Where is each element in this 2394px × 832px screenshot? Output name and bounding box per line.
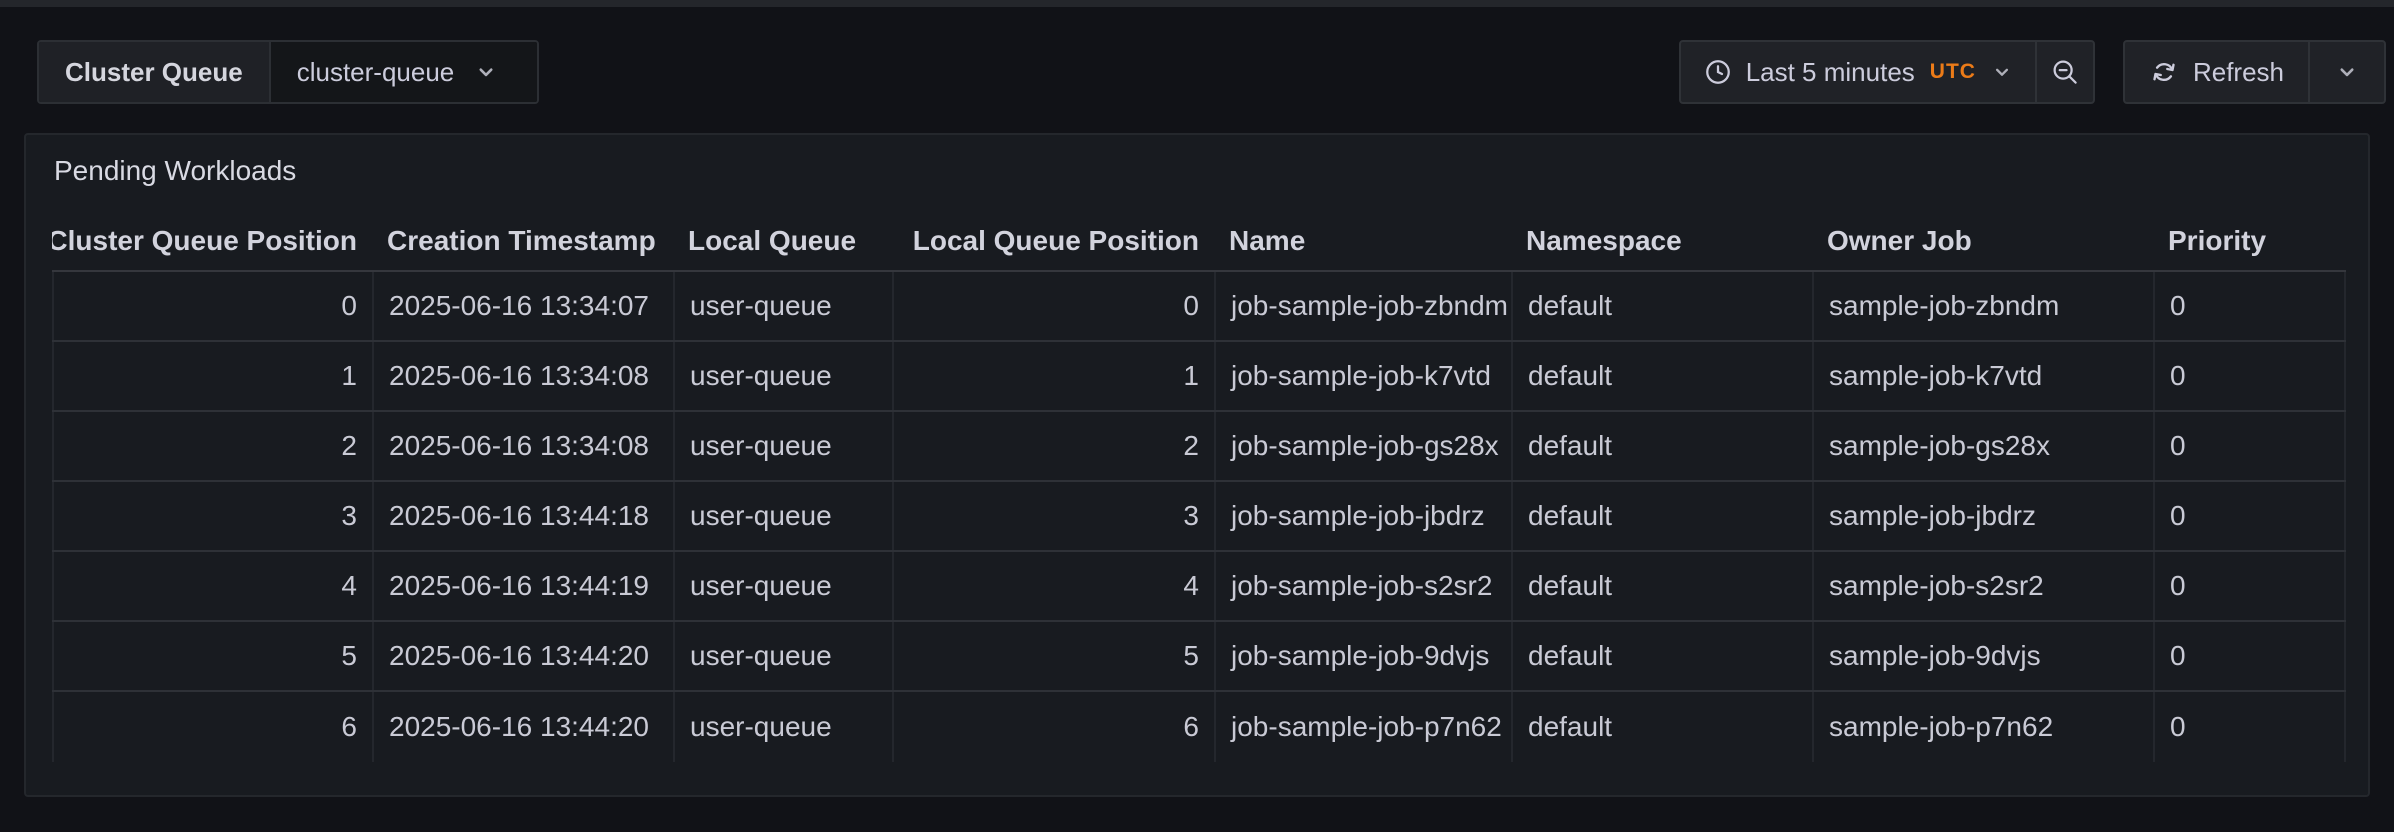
table-cell: 2025-06-16 13:34:08 xyxy=(372,412,673,480)
zoom-out-button[interactable] xyxy=(2035,42,2093,102)
time-range-label: Last 5 minutes xyxy=(1746,57,1915,88)
table-cell: 2025-06-16 13:44:19 xyxy=(372,552,673,620)
table-cell: 0 xyxy=(52,272,372,340)
table-cell: 4 xyxy=(892,552,1214,620)
table-row: 12025-06-16 13:34:08user-queue1job-sampl… xyxy=(52,342,2346,412)
table-cell: 2025-06-16 13:44:18 xyxy=(372,482,673,550)
variable-label: Cluster Queue xyxy=(39,42,269,102)
panel-title: Pending Workloads xyxy=(54,155,2368,187)
table-cell: job-sample-job-k7vtd xyxy=(1214,342,1511,410)
refresh-dropdown-button[interactable] xyxy=(2308,42,2384,102)
table-cell: user-queue xyxy=(673,412,892,480)
table-cell: default xyxy=(1511,552,1812,620)
table-cell: job-sample-job-s2sr2 xyxy=(1214,552,1511,620)
column-header-priority[interactable]: Priority xyxy=(2153,211,2346,270)
refresh-icon xyxy=(2149,57,2179,87)
table-cell: job-sample-job-gs28x xyxy=(1214,412,1511,480)
table-header-row: Cluster Queue PositionCreation Timestamp… xyxy=(52,211,2346,272)
chevron-down-icon xyxy=(1989,59,2015,85)
table-cell: job-sample-job-jbdrz xyxy=(1214,482,1511,550)
dashboard-toolbar: Cluster Queue cluster-queue Last 5 minut… xyxy=(0,40,2394,104)
table-cell: job-sample-job-zbndm xyxy=(1214,272,1511,340)
table-cell: 2 xyxy=(52,412,372,480)
table-cell: 0 xyxy=(2153,342,2346,410)
clock-icon xyxy=(1703,57,1733,87)
table-cell: default xyxy=(1511,622,1812,690)
zoom-out-icon xyxy=(2050,57,2080,87)
window-top-edge xyxy=(0,0,2394,7)
refresh-controls-group: Refresh xyxy=(2123,40,2386,104)
table-cell: job-sample-job-p7n62 xyxy=(1214,692,1511,762)
table-row: 32025-06-16 13:44:18user-queue3job-sampl… xyxy=(52,482,2346,552)
table-cell: user-queue xyxy=(673,692,892,762)
table-cell: job-sample-job-9dvjs xyxy=(1214,622,1511,690)
variable-value-dropdown[interactable]: cluster-queue xyxy=(269,42,537,102)
table-row: 02025-06-16 13:34:07user-queue0job-sampl… xyxy=(52,272,2346,342)
table-cell: 6 xyxy=(892,692,1214,762)
table-cell: sample-job-p7n62 xyxy=(1812,692,2153,762)
table-cell: sample-job-9dvjs xyxy=(1812,622,2153,690)
table-cell: user-queue xyxy=(673,342,892,410)
table-cell: user-queue xyxy=(673,552,892,620)
table-cell: 0 xyxy=(2153,692,2346,762)
table-cell: 4 xyxy=(52,552,372,620)
chevron-down-icon xyxy=(472,58,500,86)
column-header-owner-job[interactable]: Owner Job xyxy=(1812,211,2153,270)
table-cell: user-queue xyxy=(673,272,892,340)
table-cell: 0 xyxy=(892,272,1214,340)
table-cell: default xyxy=(1511,482,1812,550)
column-header-namespace[interactable]: Namespace xyxy=(1511,211,1812,270)
table-cell: 0 xyxy=(2153,552,2346,620)
table-cell: sample-job-zbndm xyxy=(1812,272,2153,340)
variable-picker: Cluster Queue cluster-queue xyxy=(37,40,539,104)
refresh-label: Refresh xyxy=(2193,57,2284,88)
timezone-badge: UTC xyxy=(1930,60,1976,84)
table-cell: user-queue xyxy=(673,622,892,690)
table-cell: 3 xyxy=(892,482,1214,550)
table-cell: 0 xyxy=(2153,272,2346,340)
table-row: 62025-06-16 13:44:20user-queue6job-sampl… xyxy=(52,692,2346,762)
refresh-button[interactable]: Refresh xyxy=(2125,42,2308,102)
table-cell: 0 xyxy=(2153,622,2346,690)
pending-workloads-panel: Pending Workloads Cluster Queue Position… xyxy=(24,133,2370,797)
toolbar-right-controls: Last 5 minutes UTC Refresh xyxy=(1679,40,2386,104)
table-cell: 0 xyxy=(2153,482,2346,550)
table-row: 22025-06-16 13:34:08user-queue2job-sampl… xyxy=(52,412,2346,482)
table-cell: default xyxy=(1511,412,1812,480)
table-cell: sample-job-jbdrz xyxy=(1812,482,2153,550)
pending-workloads-table: Cluster Queue PositionCreation Timestamp… xyxy=(52,211,2346,762)
table-cell: 3 xyxy=(52,482,372,550)
table-cell: 0 xyxy=(2153,412,2346,480)
table-cell: default xyxy=(1511,342,1812,410)
table-cell: sample-job-k7vtd xyxy=(1812,342,2153,410)
table-cell: 2025-06-16 13:44:20 xyxy=(372,692,673,762)
table-cell: 2025-06-16 13:34:08 xyxy=(372,342,673,410)
table-cell: 1 xyxy=(52,342,372,410)
table-cell: 2 xyxy=(892,412,1214,480)
table-cell: 1 xyxy=(892,342,1214,410)
table-cell: sample-job-gs28x xyxy=(1812,412,2153,480)
table-cell: user-queue xyxy=(673,482,892,550)
column-header-name[interactable]: Name xyxy=(1214,211,1511,270)
time-controls-group: Last 5 minutes UTC xyxy=(1679,40,2095,104)
table-cell: default xyxy=(1511,692,1812,762)
column-header-local-queue-position[interactable]: Local Queue Position xyxy=(892,211,1214,270)
time-picker-button[interactable]: Last 5 minutes UTC xyxy=(1681,42,2035,102)
table-cell: 2025-06-16 13:44:20 xyxy=(372,622,673,690)
table-row: 42025-06-16 13:44:19user-queue4job-sampl… xyxy=(52,552,2346,622)
table-cell: sample-job-s2sr2 xyxy=(1812,552,2153,620)
table-cell: 6 xyxy=(52,692,372,762)
table-cell: default xyxy=(1511,272,1812,340)
table-cell: 5 xyxy=(52,622,372,690)
table-body: 02025-06-16 13:34:07user-queue0job-sampl… xyxy=(52,272,2346,762)
column-header-creation-timestamp[interactable]: Creation Timestamp xyxy=(372,211,673,270)
table-row: 52025-06-16 13:44:20user-queue5job-sampl… xyxy=(52,622,2346,692)
column-header-cluster-queue-position[interactable]: Cluster Queue Position xyxy=(52,211,372,270)
table-cell: 5 xyxy=(892,622,1214,690)
variable-value-text: cluster-queue xyxy=(297,57,455,88)
chevron-down-icon xyxy=(2333,58,2361,86)
table-cell: 2025-06-16 13:34:07 xyxy=(372,272,673,340)
column-header-local-queue[interactable]: Local Queue xyxy=(673,211,892,270)
